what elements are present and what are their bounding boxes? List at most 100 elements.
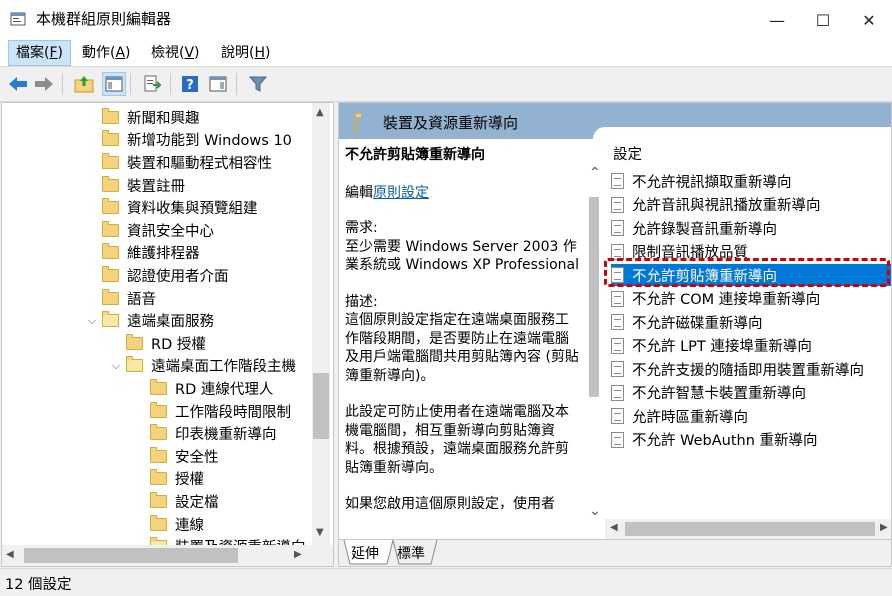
policy-setting-icon — [611, 290, 624, 307]
scroll-left-icon[interactable]: ◀ — [6, 549, 14, 560]
menu-file-label: 檔案( — [16, 45, 50, 61]
toolbar-separator — [236, 73, 237, 95]
tree-item[interactable]: 安全性 — [150, 445, 219, 468]
chevron-down-icon[interactable]: ⌵ — [86, 314, 98, 328]
scroll-down-icon[interactable]: ⌄ — [589, 503, 601, 519]
setting-row[interactable]: 不允許支援的隨插即用裝置重新導向 — [611, 358, 891, 380]
menu-view[interactable]: 檢視(V) — [144, 40, 207, 66]
edit-policy-link[interactable]: 原則設定 — [373, 185, 429, 201]
setting-row[interactable]: 不允許 COM 連接埠重新導向 — [611, 288, 891, 310]
menu-help[interactable]: 說明(H) — [214, 40, 277, 66]
tree-scroll-thumb[interactable] — [313, 373, 329, 439]
tree-item-label: 新聞和興趣 — [127, 110, 200, 127]
app-icon — [10, 12, 26, 26]
setting-row[interactable]: 允許時區重新導向 — [611, 405, 891, 427]
folder-icon — [150, 378, 167, 395]
toolbar-separator — [130, 73, 131, 95]
show-hide-tree-button[interactable] — [102, 72, 126, 96]
tree-item[interactable]: 維護排程器 — [102, 242, 200, 265]
list-horizontal-scrollbar[interactable]: ◀ ▶ — [605, 519, 891, 539]
forward-button[interactable] — [32, 72, 56, 96]
tree-horizontal-scrollbar[interactable]: ◀ ▶ — [2, 545, 312, 566]
folder-icon — [150, 491, 167, 508]
tree-item[interactable]: 連線 — [150, 513, 204, 536]
tree-item[interactable]: 設定檔 — [150, 490, 219, 513]
tree-item[interactable]: 印表機重新導向 — [150, 422, 277, 445]
menu-file-mnemonic: F — [49, 45, 58, 61]
description-scroll-thumb[interactable] — [589, 197, 599, 397]
scroll-up-icon[interactable]: ⌃ — [589, 165, 601, 181]
close-icon: ✕ — [862, 10, 876, 30]
chevron-down-icon[interactable]: ⌵ — [110, 359, 122, 373]
tree-item[interactable]: 新聞和興趣 — [102, 106, 200, 129]
filter-button[interactable] — [246, 72, 270, 96]
tree-item[interactable]: 授權 — [150, 468, 204, 491]
folder-icon — [102, 152, 119, 169]
maximize-button[interactable]: ☐ — [800, 0, 846, 40]
tree-item[interactable]: 裝置和驅動程式相容性 — [102, 151, 272, 174]
setting-row-selected[interactable]: 不允許剪貼簿重新導向 — [611, 264, 891, 286]
folder-icon — [150, 514, 167, 531]
tree-item[interactable]: RD 連線代理人 — [150, 377, 273, 400]
tree-item-remote-desktop-services[interactable]: ⌵ 遠端桌面服務 — [86, 309, 214, 332]
close-button[interactable]: ✕ — [846, 0, 892, 40]
menu-action-suffix: ) — [125, 45, 131, 61]
menu-action-mnemonic: A — [115, 45, 126, 61]
policy-description: 不允許剪貼簿重新導向 編輯原則設定 需求: 至少需要 Windows Serve… — [345, 143, 581, 539]
tree-hscroll-thumb[interactable] — [24, 548, 238, 563]
list-hscroll-thumb[interactable] — [625, 522, 875, 536]
folder-icon — [102, 175, 119, 192]
folder-icon — [126, 333, 143, 350]
menu-file[interactable]: 檔案(F) — [8, 40, 71, 66]
setting-row[interactable]: 允許錄製音訊重新導向 — [611, 217, 891, 239]
tree-item[interactable]: RD 授權 — [126, 332, 206, 355]
tree-item[interactable]: 資料收集與預覽組建 — [102, 196, 258, 219]
scroll-left-icon[interactable]: ◀ — [610, 522, 618, 533]
tree-item[interactable]: 資訊安全中心 — [102, 219, 214, 242]
setting-row[interactable]: 不允許視訊擷取重新導向 — [611, 170, 891, 192]
menu-action[interactable]: 動作(A) — [75, 40, 138, 66]
tree-item[interactable]: 認證使用者介面 — [102, 264, 229, 287]
folder-icon — [150, 446, 167, 463]
setting-row[interactable]: 不允許 WebAuthn 重新導向 — [611, 429, 891, 451]
scroll-right-icon[interactable]: ▶ — [880, 522, 888, 533]
tree-item[interactable]: 語音 — [102, 287, 156, 310]
folder-icon — [102, 198, 119, 215]
tree-item[interactable]: 工作階段時間限制 — [150, 400, 291, 423]
minimize-button[interactable]: — — [754, 0, 800, 40]
setting-row[interactable]: 不允許 LPT 連接埠重新導向 — [611, 335, 891, 357]
setting-row[interactable]: 允許音訊與視訊播放重新導向 — [611, 194, 891, 216]
show-action-pane-button[interactable] — [206, 72, 230, 96]
filter-icon — [249, 76, 267, 92]
tree-item-rdsh[interactable]: ⌵ 遠端桌面工作階段主機 — [110, 355, 296, 378]
tab-extended[interactable]: 延伸 — [351, 543, 379, 563]
setting-row[interactable]: 不允許智慧卡裝置重新導向 — [611, 382, 891, 404]
tree-item-label: 裝置和驅動程式相容性 — [127, 155, 272, 172]
tree-item-label: 連線 — [175, 517, 204, 534]
setting-row[interactable]: 不允許磁碟重新導向 — [611, 311, 891, 333]
tree-vertical-scrollbar[interactable]: ▲ ▼ — [312, 103, 330, 545]
scroll-up-icon[interactable]: ▲ — [316, 107, 324, 118]
setting-label: 不允許磁碟重新導向 — [632, 315, 763, 332]
folder-open-icon — [102, 311, 119, 328]
setting-label: 不允許 LPT 連接埠重新導向 — [632, 339, 812, 355]
setting-row[interactable]: 限制音訊播放品質 — [611, 241, 891, 263]
scroll-down-icon[interactable]: ▼ — [316, 527, 324, 538]
export-list-button[interactable] — [140, 72, 164, 96]
navigation-tree: 新聞和興趣 新增功能到 Windows 10 裝置和驅動程式相容性 裝置註冊 資… — [1, 102, 334, 567]
up-one-level-button[interactable] — [72, 72, 96, 96]
setting-label: 限制音訊播放品質 — [632, 245, 748, 261]
tree-item[interactable]: 裝置註冊 — [102, 174, 185, 197]
tree-item-label: 資訊安全中心 — [127, 223, 214, 240]
folder-icon — [102, 107, 119, 124]
setting-label: 允許錄製音訊重新導向 — [632, 221, 777, 238]
scroll-right-icon[interactable]: ▶ — [294, 549, 302, 560]
settings-column-header[interactable]: 設定 — [613, 143, 642, 164]
help-button[interactable]: ? — [178, 72, 202, 96]
description-scrollbar[interactable]: ⌃ ⌄ — [585, 165, 605, 519]
back-button[interactable] — [6, 72, 30, 96]
toolbar-separator — [62, 73, 63, 95]
tree-item[interactable]: 新增功能到 Windows 10 — [102, 129, 292, 152]
tab-standard[interactable]: 標準 — [397, 543, 425, 563]
forward-arrow-icon — [35, 77, 53, 91]
